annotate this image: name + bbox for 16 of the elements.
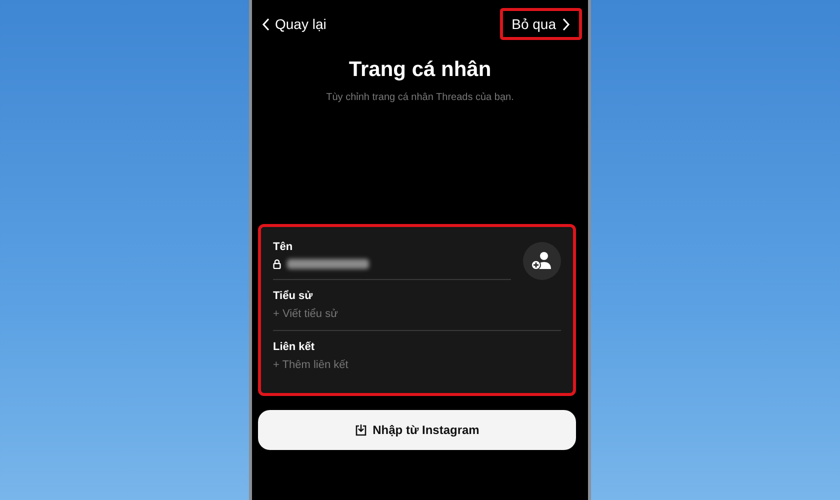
add-person-icon [531, 250, 553, 270]
field-placeholder[interactable]: + Thêm liên kết [273, 359, 561, 371]
import-button[interactable]: Nhập từ Instagram [258, 410, 576, 450]
download-icon [354, 424, 367, 436]
back-button[interactable]: Quay lại [262, 16, 326, 32]
lock-icon [273, 259, 281, 269]
field-label: Liên kết [273, 341, 316, 353]
chevron-right-icon [562, 18, 570, 30]
field-label: Tên [273, 241, 294, 253]
page-subtitle: Tùy chỉnh trang cá nhân Threads của bạn. [325, 92, 515, 103]
chevron-left-icon [262, 18, 270, 30]
field-placeholder[interactable]: + Viết tiểu sử [273, 308, 561, 320]
field-label: Tiểu sử [273, 290, 314, 302]
page-title: Trang cá nhân [348, 58, 492, 82]
add-photo-button[interactable] [523, 242, 561, 280]
skip-button[interactable]: Bỏ qua [500, 8, 582, 40]
